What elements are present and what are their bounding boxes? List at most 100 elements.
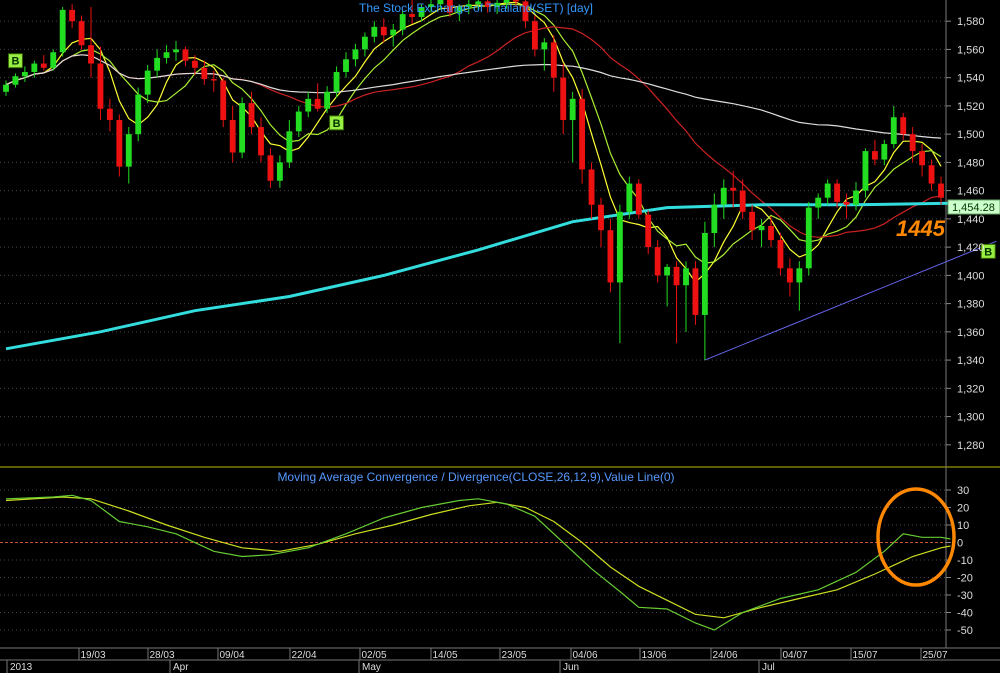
- candle-body: [881, 144, 888, 160]
- candle-body: [267, 155, 274, 181]
- month-label: Apr: [173, 662, 189, 673]
- price-axis: 1,580 1,560 1,540 1,520 1,500 1,480 1,460 1,440…: [946, 16, 985, 452]
- candle-body: [286, 131, 293, 163]
- candle-body: [191, 60, 198, 68]
- macd-lines: [5, 494, 951, 631]
- candle-body: [654, 247, 661, 276]
- candle-body: [683, 268, 689, 286]
- candle-body: [380, 26, 387, 36]
- candle-body: [12, 76, 19, 85]
- month-label: Jun: [563, 662, 579, 673]
- candle-body: [928, 165, 935, 184]
- candle-body: [399, 14, 406, 30]
- buy-marker-label: B: [333, 118, 341, 130]
- date-label: 28/03: [149, 650, 174, 661]
- y-tick-label: 1,320: [957, 383, 985, 395]
- y-tick-label: 1,340: [957, 355, 985, 367]
- month-label: May: [362, 662, 381, 673]
- date-label: 04/07: [782, 650, 807, 661]
- macd-y-tick-label: 30: [957, 485, 969, 497]
- candle-body: [59, 9, 66, 53]
- date-axis: 19/03 28/03 09/04 22/04 02/05 14/05 23/05 04/06…: [0, 648, 1000, 673]
- macd-y-tick-label: -20: [957, 573, 973, 585]
- candle-body: [834, 183, 841, 202]
- stock-chart: B B B The Stock Exchange of Thailand(SET) …: [0, 0, 1000, 673]
- candle-body: [163, 52, 170, 58]
- macd-grid: [0, 489, 946, 631]
- candle-body: [248, 103, 255, 128]
- macd-y-tick-label: -30: [957, 590, 973, 602]
- macd-line: [5, 494, 951, 631]
- annotation-1445: 1445: [896, 216, 946, 241]
- macd-y-tick-label: -10: [957, 555, 973, 567]
- price-grid: [0, 20, 946, 446]
- candle-body: [40, 63, 47, 68]
- month-label: Jul: [762, 662, 775, 673]
- macd-signal-line: [5, 496, 951, 619]
- candle-body: [560, 77, 567, 121]
- candle-body: [938, 183, 944, 198]
- macd-title: Moving Average Convergence / Divergence(…: [277, 470, 674, 484]
- date-label: 13/06: [641, 650, 666, 661]
- y-tick-label: 1,500: [957, 129, 985, 141]
- candle-body: [201, 67, 208, 80]
- candle-body: [135, 94, 142, 135]
- candle-body: [31, 63, 38, 73]
- y-tick-label: 1,580: [957, 16, 985, 28]
- date-label: 02/05: [361, 650, 386, 661]
- y-tick-label: 1,420: [957, 242, 985, 254]
- candle-body: [371, 26, 378, 37]
- candle-body: [314, 98, 321, 109]
- candle-body: [758, 225, 765, 231]
- candle-body: [116, 120, 123, 167]
- y-tick-label: 1,280: [957, 440, 985, 452]
- candle-body: [3, 84, 9, 92]
- buy-marker-label: B: [11, 56, 19, 68]
- candle-body: [173, 49, 179, 53]
- candle-body: [343, 59, 349, 73]
- candle-body: [220, 80, 227, 121]
- candle-body: [579, 98, 586, 170]
- last-price-text: 1,454.28: [952, 202, 995, 214]
- candle-body: [909, 134, 916, 152]
- candle-body: [125, 134, 132, 167]
- candle-body: [69, 9, 76, 22]
- candle-body: [701, 233, 708, 315]
- candle-body: [88, 45, 94, 64]
- candle-body: [333, 72, 340, 92]
- date-label: 25/07: [922, 650, 947, 661]
- candle-body: [664, 266, 671, 276]
- price-lines: [5, 1, 997, 361]
- date-label: 19/03: [80, 650, 105, 661]
- candle-body: [154, 57, 161, 71]
- candle-body: [21, 72, 28, 77]
- date-label: 14/05: [432, 650, 457, 661]
- date-label: 09/04: [219, 650, 244, 661]
- macd-y-tick-label: 20: [957, 503, 969, 515]
- candles: [3, 0, 944, 361]
- candle-body: [768, 225, 774, 241]
- candle-body: [890, 117, 897, 145]
- candle-body: [106, 108, 113, 121]
- candle-body: [871, 151, 878, 160]
- y-tick-label: 1,440: [957, 214, 985, 226]
- candle-body: [97, 63, 104, 109]
- trendline: [704, 240, 997, 361]
- candle-body: [78, 21, 85, 46]
- month-label: 2013: [10, 662, 33, 673]
- candle-body: [919, 151, 926, 166]
- y-tick-label: 1,400: [957, 270, 985, 282]
- candle-body: [815, 197, 822, 208]
- candle-body: [626, 183, 633, 212]
- candle-body: [824, 183, 831, 198]
- ma-line-75: [5, 54, 942, 139]
- y-tick-label: 1,380: [957, 299, 985, 311]
- candle-body: [276, 162, 283, 181]
- candle-body: [900, 117, 907, 135]
- candle-body: [749, 211, 756, 231]
- date-label: 23/05: [501, 650, 526, 661]
- chart-title: The Stock Exchange of Thailand(SET) [day…: [359, 1, 593, 15]
- candle-body: [635, 183, 642, 215]
- candle-body: [786, 268, 793, 283]
- candle-body: [843, 201, 850, 205]
